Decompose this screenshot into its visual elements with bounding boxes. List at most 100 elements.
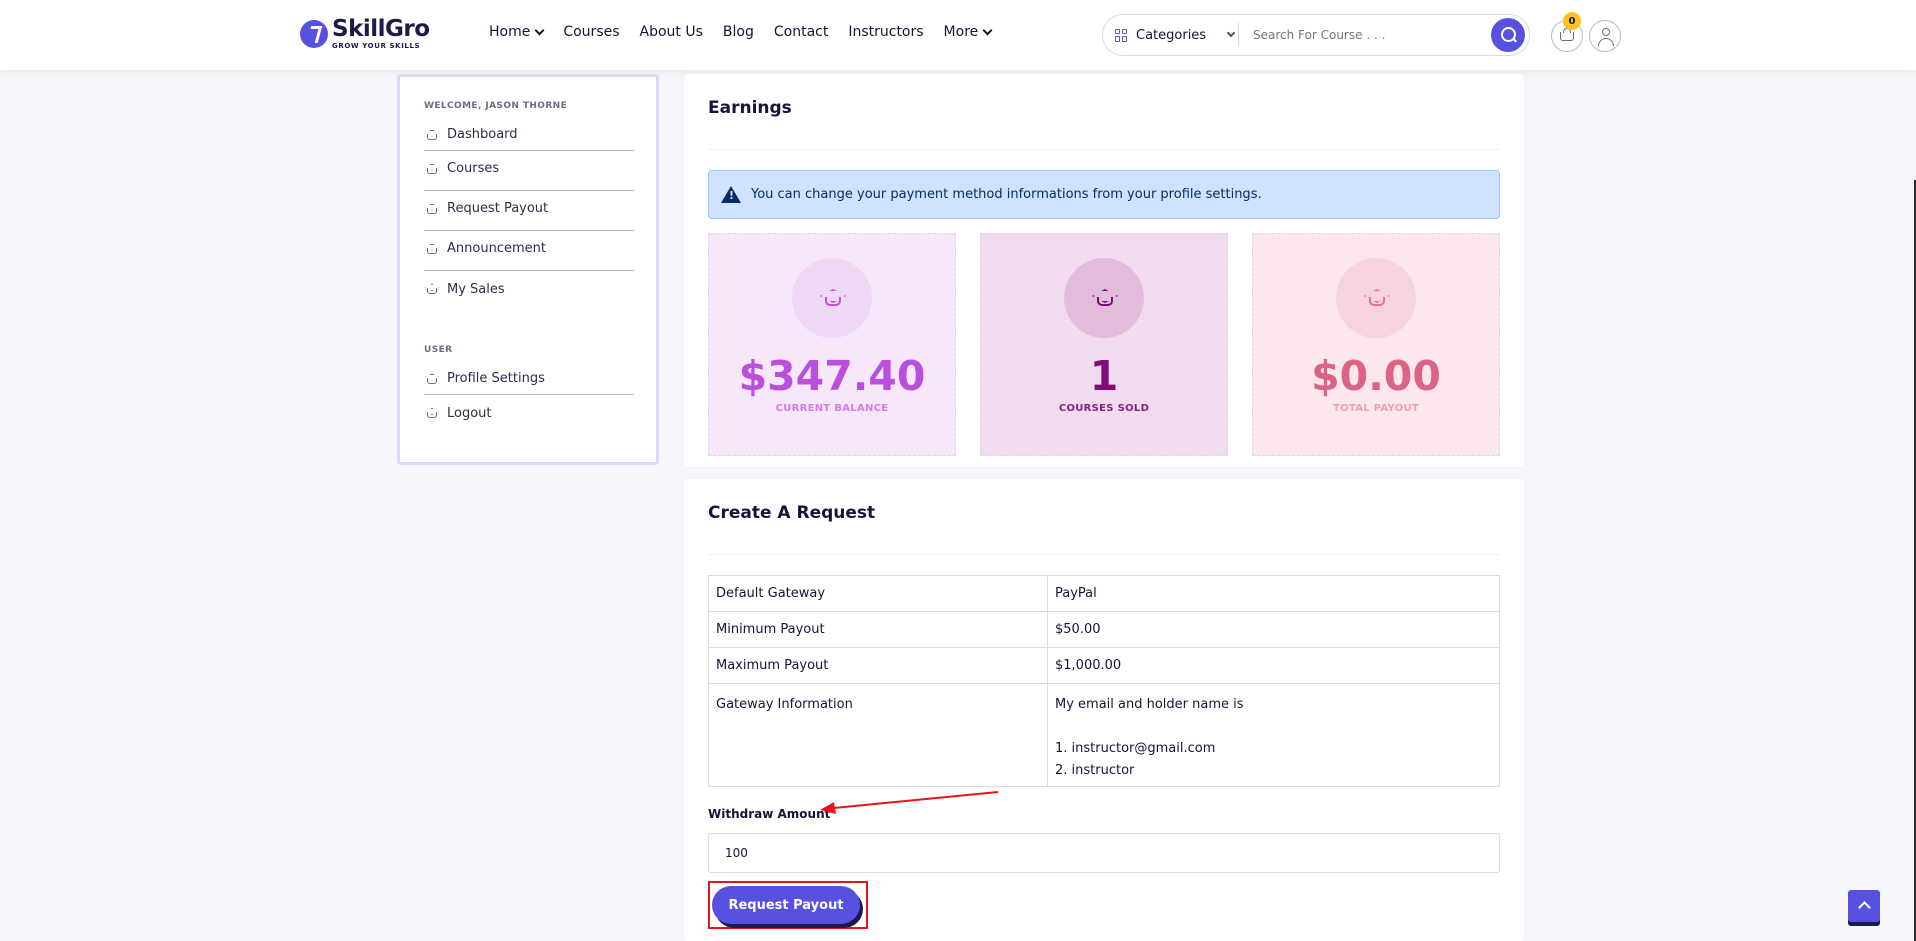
- scroll-to-top-button[interactable]: [1848, 890, 1880, 922]
- nav-about-label: About Us: [639, 24, 703, 40]
- stat-value: $0.00: [1311, 352, 1441, 400]
- table-cell-value: PayPal: [1047, 575, 1500, 612]
- graduation-cap-icon: [424, 130, 439, 140]
- table-row: Maximum Payout $1,000.00: [708, 647, 1500, 684]
- nav-instructors[interactable]: Instructors: [848, 24, 923, 40]
- nav-about[interactable]: About Us: [640, 24, 703, 40]
- basket-icon-body: [1560, 32, 1574, 41]
- sidebar-item-logout[interactable]: Logout: [424, 395, 634, 435]
- grid-icon: [1115, 28, 1128, 42]
- user-icon: [1602, 28, 1610, 36]
- nav-home-label: Home: [489, 24, 531, 40]
- chevron-down-icon: [534, 25, 545, 35]
- nav-courses[interactable]: Courses: [563, 24, 619, 40]
- gateway-info-spacer: [1055, 716, 1492, 738]
- chevron-down-icon: [1226, 28, 1236, 38]
- table-cell-key: Minimum Payout: [708, 611, 1048, 648]
- cart-count-badge: 0: [1563, 12, 1581, 30]
- stat-total-payout: $0.00 TOTAL PAYOUT: [1252, 233, 1500, 456]
- stat-value: $347.40: [738, 352, 926, 400]
- nav-instructors-label: Instructors: [848, 24, 924, 40]
- sidebar-item-announcement[interactable]: Announcement: [424, 231, 634, 271]
- search-input[interactable]: [1239, 28, 1491, 42]
- sidebar-item-profile-settings[interactable]: Profile Settings: [424, 369, 634, 395]
- sidebar-item-label: My Sales: [447, 281, 505, 297]
- payout-info-table: Default Gateway PayPal Minimum Payout $50.…: [708, 575, 1500, 787]
- warning-icon: [721, 186, 741, 203]
- graduation-cap-icon: [424, 204, 439, 214]
- gateway-info-line: My email and holder name is: [1055, 697, 1244, 712]
- search-bar: Categories: [1102, 14, 1530, 56]
- table-cell-value: $50.00: [1047, 611, 1500, 648]
- graduation-cap-icon: [424, 244, 439, 254]
- gateway-info-line: 2. instructor: [1055, 763, 1135, 778]
- sidebar-item-dashboard[interactable]: Dashboard: [424, 125, 634, 151]
- nav-blog[interactable]: Blog: [723, 24, 754, 40]
- stat-current-balance: $347.40 CURRENT BALANCE: [708, 233, 956, 456]
- request-payout-button[interactable]: Request Payout: [712, 886, 860, 924]
- create-request-section: Create A Request Default Gateway PayPal M…: [684, 479, 1524, 941]
- sidebar-item-label: Logout: [447, 405, 492, 421]
- highlight-box: Request Payout: [708, 881, 868, 929]
- categories-label: Categories: [1136, 27, 1207, 43]
- stat-icon-circle: [1064, 258, 1144, 338]
- stat-value: 1: [1089, 352, 1119, 400]
- graduation-cap-icon: [820, 289, 844, 307]
- nav-more[interactable]: More: [943, 24, 993, 40]
- sidebar-item-my-sales[interactable]: My Sales: [424, 271, 634, 311]
- sidebar-item-request-payout[interactable]: Request Payout: [424, 191, 634, 231]
- stat-icon-circle: [1336, 258, 1416, 338]
- graduation-cap-icon: [424, 284, 439, 294]
- nav-more-label: More: [943, 24, 979, 40]
- table-cell-key: Maximum Payout: [708, 647, 1048, 684]
- chevron-down-icon: [982, 25, 993, 35]
- brand-name: SkillGro: [332, 16, 430, 42]
- categories-dropdown[interactable]: Categories: [1103, 23, 1239, 47]
- stat-label: COURSES SOLD: [1058, 403, 1150, 414]
- table-row: Gateway Information My email and holder …: [708, 683, 1500, 787]
- earnings-title: Earnings: [708, 98, 1500, 150]
- graduation-cap-icon: [424, 408, 439, 418]
- user-section-heading: USER: [424, 345, 453, 355]
- gateway-info-line: 1. instructor@gmail.com: [1055, 741, 1216, 756]
- table-row: Minimum Payout $50.00: [708, 611, 1500, 648]
- user-account-button[interactable]: [1589, 20, 1621, 52]
- dashboard-sidebar: WELCOME, JASON THORNE Dashboard Courses …: [397, 74, 659, 465]
- welcome-heading: WELCOME, JASON THORNE: [424, 101, 568, 111]
- graduation-cap-icon: [424, 164, 439, 174]
- sidebar-item-label: Request Payout: [447, 201, 549, 216]
- graduation-cap-icon: [1092, 289, 1116, 307]
- stat-label: CURRENT BALANCE: [775, 403, 889, 414]
- stat-label: TOTAL PAYOUT: [1332, 403, 1420, 414]
- user-icon-body: [1598, 38, 1614, 46]
- table-cell-key: Gateway Information: [708, 683, 1048, 787]
- withdraw-amount-input[interactable]: [708, 833, 1500, 873]
- search-button[interactable]: [1491, 18, 1525, 52]
- brand-tagline: GROW YOUR SKILLS: [332, 42, 421, 50]
- table-cell-key: Default Gateway: [708, 575, 1048, 612]
- sidebar-item-label: Profile Settings: [447, 371, 545, 386]
- stats-row: $347.40 CURRENT BALANCE 1 COURSES SOLD $…: [708, 233, 1500, 456]
- brand-logo[interactable]: SkillGro GROW YOUR SKILLS: [300, 18, 430, 50]
- nav-contact[interactable]: Contact: [774, 24, 828, 40]
- sidebar-item-courses[interactable]: Courses: [424, 151, 634, 191]
- nav-home[interactable]: Home: [489, 24, 545, 40]
- stat-courses-sold: 1 COURSES SOLD: [980, 233, 1228, 456]
- info-alert: You can change your payment method infor…: [708, 170, 1500, 219]
- earnings-section: Earnings You can change your payment met…: [684, 74, 1524, 467]
- logo-icon: [300, 20, 328, 48]
- nav-contact-label: Contact: [773, 24, 829, 40]
- table-cell-value: $1,000.00: [1047, 647, 1500, 684]
- sidebar-item-label: Announcement: [447, 241, 546, 256]
- graduation-cap-icon: [424, 374, 439, 384]
- sidebar-item-label: Courses: [447, 161, 500, 176]
- table-row: Default Gateway PayPal: [708, 575, 1500, 612]
- nav-courses-label: Courses: [563, 24, 620, 40]
- main-nav: Home Courses About Us Blog Contact Instr…: [489, 24, 993, 40]
- alert-text: You can change your payment method infor…: [751, 187, 1262, 202]
- table-cell-value: My email and holder name is 1. instructo…: [1047, 683, 1500, 787]
- stat-icon-circle: [792, 258, 872, 338]
- graduation-cap-icon: [1364, 289, 1388, 307]
- sidebar-item-label: Dashboard: [447, 127, 518, 142]
- site-header: SkillGro GROW YOUR SKILLS Home Courses A…: [0, 0, 1916, 70]
